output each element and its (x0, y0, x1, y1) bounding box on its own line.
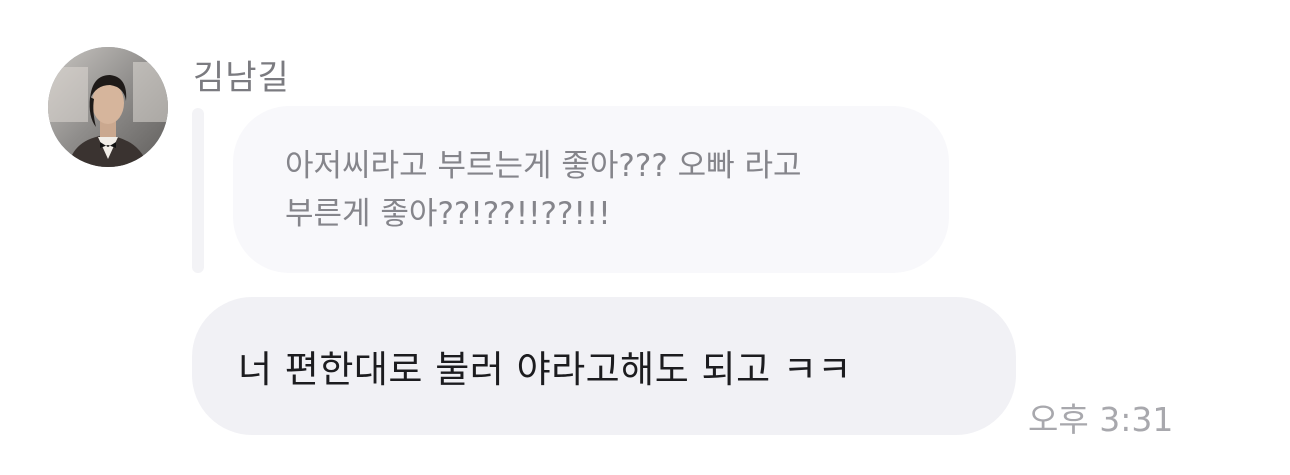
sender-name: 김남길 (193, 58, 290, 98)
reply-indicator-bar (192, 108, 204, 273)
chat-message-group: 김남길 아저씨라고 부르는게 좋아??? 오빠 라고 부른게 좋아??!??!!… (0, 0, 1290, 475)
avatar[interactable] (48, 47, 168, 167)
message-bubble[interactable]: 너 편한대로 불러 야라고해도 되고 ㅋㅋ (192, 297, 1016, 435)
quoted-reply-text: 아저씨라고 부르는게 좋아??? 오빠 라고 부른게 좋아??!??!!??!!… (285, 148, 802, 232)
message-timestamp: 오후 3:31 (1028, 400, 1174, 439)
profile-photo-icon (48, 47, 168, 167)
message-text: 너 편한대로 불러 야라고해도 되고 ㅋㅋ (238, 348, 852, 391)
quoted-reply-bubble[interactable]: 아저씨라고 부르는게 좋아??? 오빠 라고 부른게 좋아??!??!!??!!… (233, 106, 949, 273)
